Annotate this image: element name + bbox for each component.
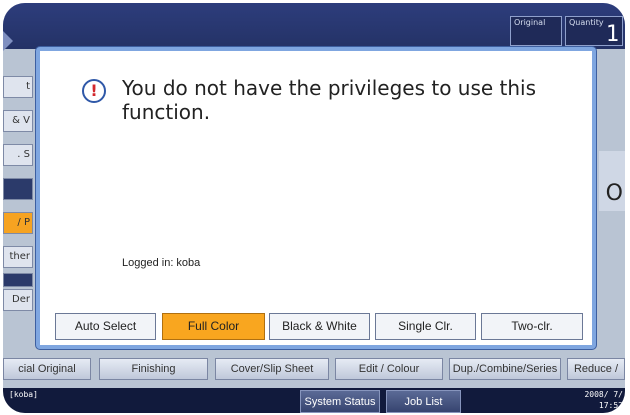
tab-edit-colour[interactable]: Edit / Colour bbox=[335, 358, 443, 380]
left-button-5[interactable]: / P bbox=[3, 212, 33, 234]
black-white-button[interactable]: Black & White bbox=[269, 313, 370, 340]
function-tabs: cial Original Finishing Cover/Slip Sheet… bbox=[3, 358, 625, 380]
left-button-8[interactable]: Der bbox=[3, 289, 33, 311]
time-text: 17:52 bbox=[598, 401, 623, 410]
privilege-dialog: You do not have the privileges to use th… bbox=[36, 47, 596, 349]
tab-cover-slip-sheet[interactable]: Cover/Slip Sheet bbox=[215, 358, 329, 380]
date-time: 2008/ 7/ 17:52 bbox=[584, 389, 623, 411]
left-column: t & V . S / P ther Der bbox=[3, 49, 33, 339]
system-status-button[interactable]: System Status bbox=[300, 390, 380, 413]
left-button-3[interactable]: . S bbox=[3, 144, 33, 166]
left-button-7[interactable] bbox=[3, 273, 33, 287]
two-clr-button[interactable]: Two-clr. bbox=[481, 313, 583, 340]
single-clr-button[interactable]: Single Clr. bbox=[375, 313, 476, 340]
logged-in-label: Logged in: koba bbox=[122, 257, 201, 269]
date-text: 2008/ 7/ bbox=[584, 390, 623, 399]
copier-screen: Original Quantity 1 t & V . S / P ther D… bbox=[3, 3, 625, 413]
dialog-message: You do not have the privileges to use th… bbox=[122, 76, 537, 124]
left-button-2[interactable]: & V bbox=[3, 110, 33, 132]
right-peek-text: O bbox=[605, 181, 623, 206]
status-bar: [koba] System Status Job List 2008/ 7/ 1… bbox=[3, 388, 625, 413]
tab-finishing[interactable]: Finishing bbox=[99, 358, 208, 380]
expand-arrow-icon[interactable] bbox=[3, 31, 13, 51]
left-button-6[interactable]: ther bbox=[3, 246, 33, 268]
quantity-label: Quantity bbox=[569, 18, 604, 27]
tab-special-original[interactable]: cial Original bbox=[3, 358, 91, 380]
tab-reduce[interactable]: Reduce / bbox=[567, 358, 625, 380]
auto-select-button[interactable]: Auto Select bbox=[55, 313, 156, 340]
full-color-button[interactable]: Full Color bbox=[162, 313, 265, 340]
tab-dup-combine-series[interactable]: Dup./Combine/Series bbox=[449, 358, 561, 380]
top-bar: Original Quantity 1 bbox=[3, 3, 625, 49]
original-label: Original bbox=[514, 18, 546, 27]
quantity-value: 1 bbox=[605, 22, 619, 47]
job-list-button[interactable]: Job List bbox=[386, 390, 461, 413]
alert-icon bbox=[82, 79, 106, 103]
original-counter: Original bbox=[510, 16, 562, 46]
left-button-4[interactable] bbox=[3, 178, 33, 200]
left-button-1[interactable]: t bbox=[3, 76, 33, 98]
quantity-counter: Quantity 1 bbox=[565, 16, 623, 47]
logged-user: [koba] bbox=[9, 390, 38, 399]
